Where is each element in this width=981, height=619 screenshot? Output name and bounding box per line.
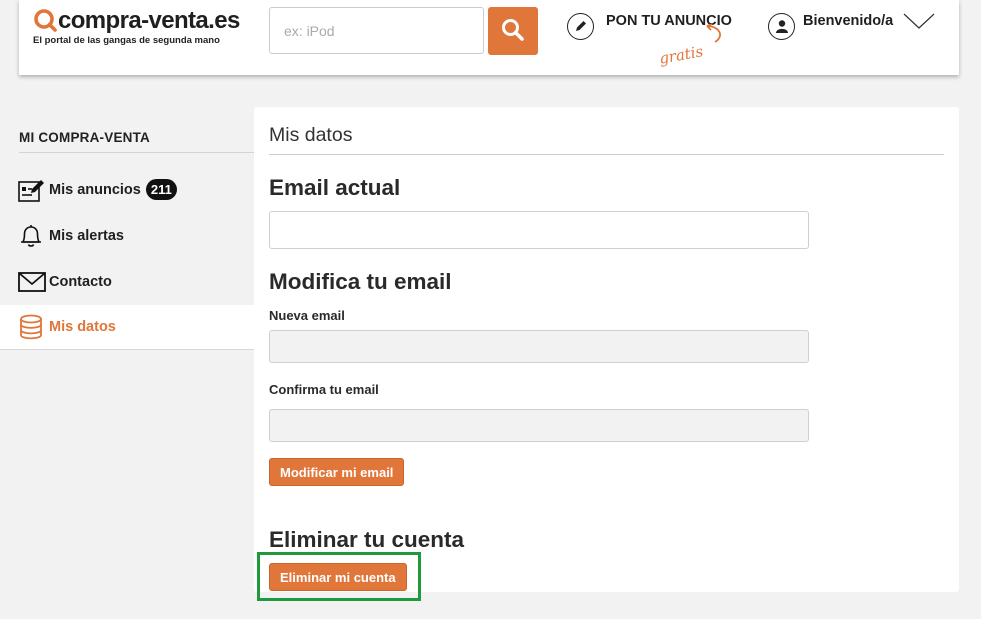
database-icon [18,313,46,341]
current-email-heading: Email actual [269,175,401,200]
sidebar-item-contacto[interactable]: Contacto [0,259,255,304]
logo-tagline: El portal de las gangas de segunda mano [33,35,220,46]
edit-list-icon [18,176,46,204]
delete-account-heading: Eliminar tu cuenta [269,527,465,552]
bell-icon [18,222,46,250]
modify-email-button[interactable]: Modificar mi email [269,458,405,486]
new-email-label: Nueva email [269,308,345,323]
magnifier-logo-icon [33,8,59,34]
sidebar-divider [19,152,255,153]
logo-text: compra-venta.es [58,7,240,34]
new-email-field[interactable] [269,330,809,363]
search-button[interactable] [488,7,538,55]
user-menu[interactable]: Bienvenido/a [768,12,935,40]
sidebar-item-label: Mis anuncios [49,181,141,198]
search-input[interactable] [269,7,484,54]
site-logo[interactable]: compra-venta.es El portal de las gangas … [33,6,240,46]
chevron-down-icon[interactable] [903,12,935,35]
current-email-field[interactable] [269,211,809,249]
confirm-email-label: Confirma tu email [269,382,379,397]
sidebar-item-mis-anuncios[interactable]: Mis anuncios 211 [0,167,255,212]
user-icon [768,12,795,40]
sidebar-item-label: Mis datos [49,319,116,335]
ads-count-badge: 211 [145,179,177,200]
post-ad-free-note: gratis [657,42,705,68]
sidebar-item-mis-datos[interactable]: Mis datos [0,305,255,350]
delete-button-highlight [257,552,421,601]
user-welcome-label: Bienvenido/a [803,13,894,29]
confirm-email-field[interactable] [269,409,809,442]
sidebar-item-mis-alertas[interactable]: Mis alertas [0,213,255,258]
site-header: compra-venta.es El portal de las gangas … [19,0,959,75]
modify-email-heading: Modifica tu email [269,269,452,294]
envelope-icon [18,268,46,296]
search-icon [500,17,526,46]
sidebar-item-label: Contacto [49,273,112,290]
title-divider [269,154,944,155]
page-title: Mis datos [269,124,353,146]
sidebar-item-label: Mis alertas [49,227,124,244]
curved-arrow-icon [706,24,721,43]
pencil-icon [567,12,594,40]
sidebar-title: MI COMPRA-VENTA [19,130,150,145]
account-data-panel: Mis datos Email actual Modifica tu email… [254,107,959,592]
